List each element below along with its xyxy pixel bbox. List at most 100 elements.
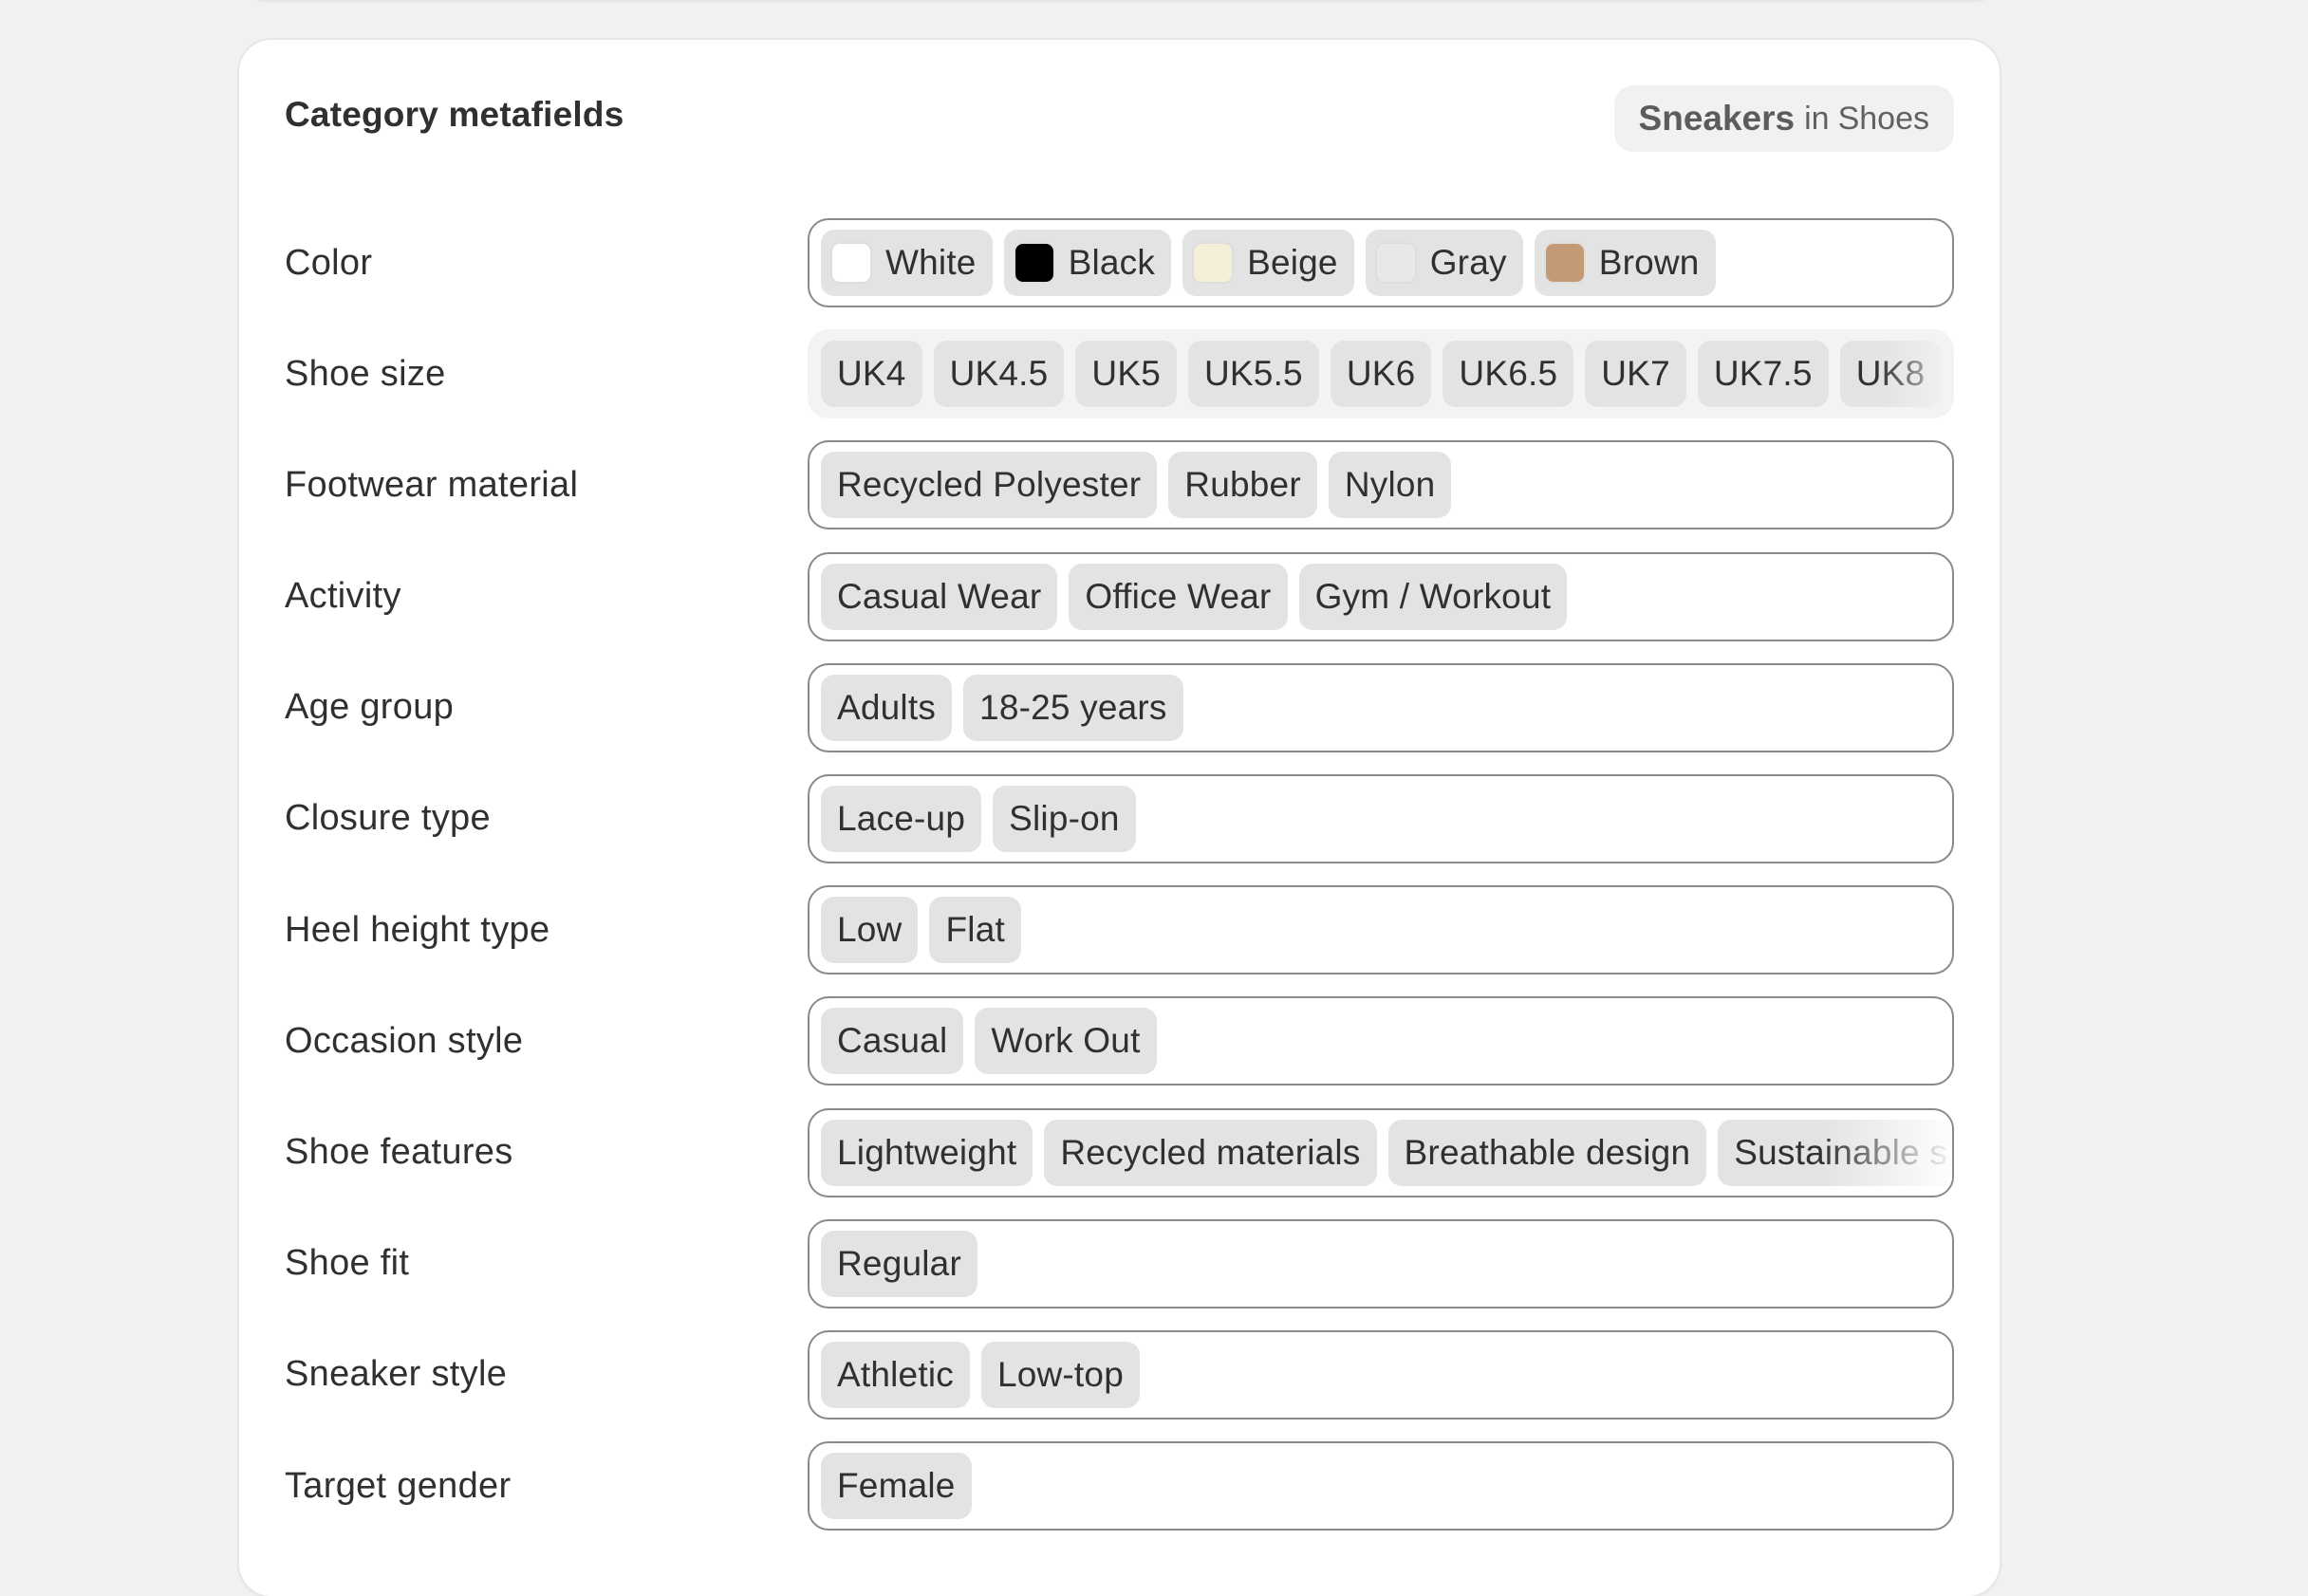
value-tag[interactable]: UK6.5 (1442, 341, 1574, 408)
value-tag-label: Low-top (996, 1354, 1124, 1394)
value-tag-label: Black (1068, 243, 1156, 282)
metafield-value-input-occasion-style[interactable]: Casual Work Out (808, 996, 1954, 1086)
metafield-label: Footwear material (285, 464, 579, 505)
value-tag[interactable]: Casual Wear (821, 563, 1058, 630)
value-tag[interactable]: Slip-on (993, 785, 1136, 852)
metafield-value-input-sneaker-style[interactable]: Athletic Low-top (808, 1329, 1954, 1420)
metafield-label: Shoe size (285, 353, 446, 394)
metafield-label: Shoe fit (285, 1243, 410, 1284)
metafield-label: Target gender (285, 1465, 512, 1506)
value-tag-label: Lightweight (837, 1132, 1017, 1172)
value-tag[interactable]: 18-25 years (963, 674, 1183, 741)
value-tag[interactable]: Lightweight (821, 1119, 1033, 1186)
metafield-value-input-activity[interactable]: Casual Wear Office Wear Gym / Workout (808, 551, 1954, 641)
metafield-row-target-gender: Target gender Female (285, 1441, 1954, 1552)
value-tag-label: Brown (1598, 243, 1700, 282)
metafield-value-input-age-group[interactable]: Adults 18-25 years (808, 662, 1954, 752)
value-tag[interactable]: Regular (821, 1230, 977, 1297)
value-tag-label: Casual Wear (837, 576, 1042, 616)
value-tag-label: Gym / Workout (1314, 576, 1552, 616)
metafield-value-input-closure-type[interactable]: Lace-up Slip-on (808, 773, 1954, 863)
value-tag[interactable]: Adults (821, 674, 953, 741)
metafield-row-footwear-material: Footwear material Recycled Polyester Rubbe… (285, 440, 1954, 551)
value-tag-label: UK7 (1601, 354, 1670, 394)
metafield-label: Occasion style (285, 1020, 524, 1061)
category-name: Sneakers (1638, 99, 1796, 138)
value-tag[interactable]: UK4 (821, 341, 922, 408)
value-tag-label: Office Wear (1085, 576, 1272, 616)
metafield-value-input-shoe-size[interactable]: UK4 UK4.5 UK5 UK5.5 UK6 UK6.5 UK7 UK7.5 UK8 (808, 329, 1954, 419)
metafield-row-shoe-size: Shoe size UK4 UK4.5 UK5 UK5.5 UK6 UK6.5 UK7 UK7.… (285, 329, 1954, 440)
value-tag-label: UK4.5 (949, 354, 1049, 394)
category-separator: in (1804, 100, 1830, 137)
metafield-row-shoe-fit: Shoe fit Regular (285, 1218, 1954, 1330)
value-tag[interactable]: UK4.5 (933, 341, 1065, 408)
value-tag[interactable]: Female (821, 1453, 972, 1520)
value-tag[interactable]: Flat (929, 897, 1021, 964)
value-tag[interactable]: Black (1003, 230, 1172, 296)
value-tag[interactable]: Work Out (975, 1008, 1157, 1075)
value-tag[interactable]: UK7 (1585, 341, 1686, 408)
value-tag[interactable]: Athletic (821, 1341, 970, 1408)
metafield-value-input-heel-height-type[interactable]: Low Flat (808, 885, 1954, 975)
value-tag[interactable]: UK7.5 (1697, 341, 1829, 408)
value-tag-label: UK7.5 (1713, 354, 1813, 394)
value-tag-label: Regular (837, 1243, 961, 1283)
value-tag-label: UK4 (837, 354, 906, 394)
value-tag[interactable]: UK6 (1330, 341, 1432, 408)
category-parent: Shoes (1837, 100, 1929, 137)
value-tag-label: Adults (837, 687, 937, 727)
value-tag-label: Gray (1429, 243, 1507, 282)
metafield-label: Sneaker style (285, 1354, 508, 1395)
metafield-row-age-group: Age group Adults 18-25 years (285, 662, 1954, 774)
value-tag[interactable]: Office Wear (1069, 563, 1288, 630)
metafield-row-occasion-style: Occasion style Casual Work Out (285, 996, 1954, 1107)
value-tag[interactable]: UK5.5 (1188, 341, 1319, 408)
value-tag[interactable]: Sustainable s (1718, 1119, 1952, 1186)
metafield-value-input-footwear-material[interactable]: Recycled Polyester Rubber Nylon (808, 440, 1954, 530)
value-tag[interactable]: Lace-up (821, 785, 982, 852)
value-tag-label: Female (837, 1466, 956, 1506)
metafield-value-input-color[interactable]: White Black Beige Gray Brown (808, 218, 1954, 307)
value-tag[interactable]: UK8 (1839, 341, 1942, 408)
value-tag-label: Flat (945, 910, 1005, 950)
value-tag-label: UK5.5 (1204, 354, 1303, 394)
value-tag[interactable]: Low (821, 897, 919, 964)
metafield-label: Color (285, 242, 373, 283)
value-tag[interactable]: Nylon (1328, 452, 1452, 519)
value-tag-label: Low (837, 910, 903, 950)
value-tag-label: UK8 (1855, 354, 1926, 394)
value-tag-label: Beige (1247, 243, 1338, 282)
metafield-row-closure-type: Closure type Lace-up Slip-on (285, 773, 1954, 885)
value-tag[interactable]: Rubber (1168, 452, 1317, 519)
value-tag-label: UK5 (1091, 354, 1161, 394)
value-tag[interactable]: Recycled Polyester (821, 452, 1158, 519)
value-tag-label: White (885, 243, 977, 282)
metafield-value-input-shoe-features[interactable]: Lightweight Recycled materials Breathable … (808, 1107, 1954, 1197)
metafield-value-input-target-gender[interactable]: Female (808, 1441, 1954, 1531)
metafield-list: Color White Black Beige Gray Brown Shoe size UK… (285, 218, 1954, 1552)
value-tag-label: Lace-up (837, 798, 966, 838)
value-tag[interactable]: Gray (1365, 230, 1523, 296)
value-tag-label: Breathable design (1404, 1132, 1691, 1172)
value-tag[interactable]: Breathable design (1387, 1119, 1707, 1186)
value-tag[interactable]: Low-top (980, 1341, 1140, 1408)
metafield-label: Closure type (285, 798, 491, 839)
value-tag[interactable]: Recycled materials (1044, 1119, 1377, 1186)
metafield-value-input-shoe-fit[interactable]: Regular (808, 1218, 1954, 1308)
value-tag-label: Recycled materials (1060, 1132, 1361, 1172)
value-tag[interactable]: Gym / Workout (1298, 563, 1568, 630)
category-badge: Sneakers in Shoes (1613, 85, 1954, 152)
value-tag[interactable]: Beige (1182, 230, 1354, 296)
value-tag[interactable]: White (821, 230, 993, 296)
value-tag[interactable]: Casual (821, 1008, 964, 1075)
category-metafields-card: Category metafields Sneakers in Shoes Co… (239, 40, 2000, 1596)
metafield-label: Age group (285, 687, 455, 728)
value-tag-label: Rubber (1184, 465, 1301, 505)
value-tag-label: Slip-on (1009, 798, 1120, 838)
value-tag[interactable]: UK5 (1075, 341, 1177, 408)
color-swatch-icon (1013, 242, 1055, 284)
value-tag[interactable]: Brown (1534, 230, 1716, 296)
card-title: Category metafields (285, 95, 624, 134)
metafield-row-heel-height-type: Heel height type Low Flat (285, 885, 1954, 996)
